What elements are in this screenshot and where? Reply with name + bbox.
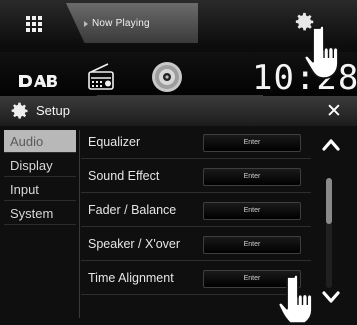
sidebar-item-display[interactable]: Display (4, 154, 76, 177)
pointing-hand-icon (304, 24, 339, 79)
sidebar-item-system[interactable]: System (4, 202, 76, 225)
menu-row-time-alignment: Time Alignment Enter (81, 262, 311, 295)
scroll-up-chevron-icon[interactable] (320, 134, 342, 156)
sidebar-item-audio[interactable]: Audio (4, 130, 76, 153)
equalizer-enter-button[interactable]: Enter (203, 134, 301, 152)
sidebar-item-input[interactable]: Input (4, 178, 76, 201)
setup-title: Setup (36, 103, 70, 118)
close-button[interactable]: ✕ (322, 99, 346, 123)
menu-row-fader-balance: Fader / Balance Enter (81, 194, 311, 227)
scroll-thumb[interactable] (326, 178, 332, 224)
sound-effect-enter-button[interactable]: Enter (203, 168, 301, 186)
radio-icon[interactable] (86, 62, 116, 92)
apps-grid-icon[interactable] (6, 8, 60, 42)
setup-gear-icon (11, 102, 28, 119)
dab-icon[interactable] (17, 73, 57, 89)
menu-label: Sound Effect (88, 169, 160, 183)
sidebar-divider (79, 130, 80, 318)
fader-balance-enter-button[interactable]: Enter (203, 202, 301, 220)
menu-label: Equalizer (88, 135, 141, 149)
menu-label: Time Alignment (88, 271, 174, 285)
menu-label: Fader / Balance (88, 203, 177, 217)
speaker-xover-enter-button[interactable]: Enter (203, 236, 301, 254)
play-arrow-icon (84, 21, 88, 27)
audio-menu-list: Equalizer Enter Sound Effect Enter Fader… (81, 126, 311, 322)
setup-header: Setup ✕ (0, 96, 357, 126)
menu-label: Speaker / X'over (88, 237, 181, 251)
disc-icon[interactable] (150, 60, 184, 94)
menu-row-speaker-xover: Speaker / X'over Enter (81, 228, 311, 261)
pointing-hand-icon (278, 273, 313, 324)
menu-row-sound-effect: Sound Effect Enter (81, 160, 311, 193)
menu-row-equalizer: Equalizer Enter (81, 126, 311, 159)
now-playing-label: Now Playing (92, 18, 150, 29)
setup-sidebar: Audio Display Input System (4, 130, 76, 316)
